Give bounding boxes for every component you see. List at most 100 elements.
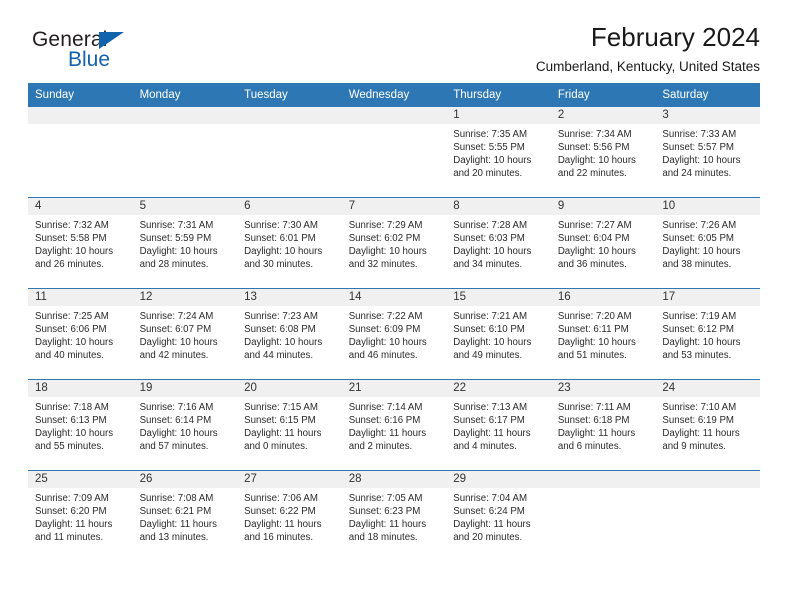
daylight-text-line1: Daylight: 11 hours bbox=[453, 428, 531, 440]
day-details: Sunrise: 7:28 AM Sunset: 6:03 PM Dayligh… bbox=[446, 215, 551, 271]
day-cell[interactable]: 4 Sunrise: 7:32 AM Sunset: 5:58 PM Dayli… bbox=[28, 197, 133, 289]
sunrise-text: Sunrise: 7:22 AM bbox=[348, 311, 423, 322]
day-cell[interactable] bbox=[28, 107, 133, 198]
day-cell[interactable]: 6 Sunrise: 7:30 AM Sunset: 6:01 PM Dayli… bbox=[237, 197, 342, 289]
sunset-text: Sunset: 6:12 PM bbox=[662, 324, 734, 336]
day-cell[interactable] bbox=[132, 107, 238, 198]
day-cell[interactable]: 16 Sunrise: 7:20 AM Sunset: 6:11 PM Dayl… bbox=[550, 288, 656, 380]
day-cell[interactable]: 14 Sunrise: 7:22 AM Sunset: 6:09 PM Dayl… bbox=[341, 288, 447, 380]
sunset-text: Sunset: 6:20 PM bbox=[35, 506, 107, 518]
daylight-text-line2: and 16 minutes. bbox=[244, 532, 314, 544]
day-number bbox=[28, 107, 133, 124]
sunset-text: Sunset: 5:58 PM bbox=[35, 233, 107, 245]
daylight-text-line2: and 51 minutes. bbox=[557, 350, 627, 362]
day-cell[interactable]: 3 Sunrise: 7:33 AM Sunset: 5:57 PM Dayli… bbox=[655, 107, 760, 198]
day-number: 7 bbox=[341, 198, 447, 215]
daylight-text-line2: and 26 minutes. bbox=[35, 259, 104, 271]
calendar-body: 1 Sunrise: 7:35 AM Sunset: 5:55 PM Dayli… bbox=[28, 107, 760, 561]
day-details: Sunrise: 7:32 AM Sunset: 5:58 PM Dayligh… bbox=[28, 215, 133, 271]
daylight-text-line2: and 44 minutes. bbox=[244, 350, 314, 362]
day-details: Sunrise: 7:25 AM Sunset: 6:06 PM Dayligh… bbox=[28, 306, 133, 362]
day-number: 15 bbox=[446, 289, 551, 306]
day-details: Sunrise: 7:33 AM Sunset: 5:57 PM Dayligh… bbox=[655, 124, 760, 180]
day-cell[interactable]: 22 Sunrise: 7:13 AM Sunset: 6:17 PM Dayl… bbox=[446, 379, 551, 471]
day-cell[interactable] bbox=[237, 107, 342, 198]
day-number: 9 bbox=[550, 198, 656, 215]
day-details: Sunrise: 7:35 AM Sunset: 5:55 PM Dayligh… bbox=[446, 124, 551, 180]
day-details: Sunrise: 7:15 AM Sunset: 6:15 PM Dayligh… bbox=[237, 397, 342, 453]
day-details: Sunrise: 7:04 AM Sunset: 6:24 PM Dayligh… bbox=[446, 488, 551, 544]
daylight-text-line1: Daylight: 10 hours bbox=[348, 246, 427, 258]
daylight-text-line1: Daylight: 11 hours bbox=[557, 428, 636, 440]
day-cell[interactable]: 28 Sunrise: 7:05 AM Sunset: 6:23 PM Dayl… bbox=[341, 470, 447, 561]
day-details: Sunrise: 7:26 AM Sunset: 6:05 PM Dayligh… bbox=[655, 215, 760, 271]
daylight-text-line1: Daylight: 10 hours bbox=[662, 246, 741, 258]
sunrise-text: Sunrise: 7:21 AM bbox=[453, 311, 528, 322]
day-cell[interactable]: 27 Sunrise: 7:06 AM Sunset: 6:22 PM Dayl… bbox=[237, 470, 342, 561]
sunset-text: Sunset: 6:14 PM bbox=[139, 415, 212, 427]
daylight-text-line1: Daylight: 10 hours bbox=[244, 337, 323, 349]
general-blue-logo[interactable]: General Blue bbox=[32, 28, 172, 76]
sunset-text: Sunset: 6:11 PM bbox=[557, 324, 629, 336]
day-cell[interactable] bbox=[550, 470, 656, 561]
day-cell[interactable]: 24 Sunrise: 7:10 AM Sunset: 6:19 PM Dayl… bbox=[655, 379, 760, 471]
day-cell[interactable] bbox=[341, 107, 447, 198]
day-cell[interactable]: 11 Sunrise: 7:25 AM Sunset: 6:06 PM Dayl… bbox=[28, 288, 133, 380]
daylight-text-line1: Daylight: 11 hours bbox=[35, 519, 113, 531]
day-details: Sunrise: 7:27 AM Sunset: 6:04 PM Dayligh… bbox=[551, 215, 656, 271]
sunset-text: Sunset: 6:16 PM bbox=[348, 415, 421, 427]
day-cell[interactable]: 9 Sunrise: 7:27 AM Sunset: 6:04 PM Dayli… bbox=[550, 197, 656, 289]
day-number: 29 bbox=[446, 471, 551, 488]
day-number: 3 bbox=[655, 107, 760, 124]
day-cell[interactable]: 25 Sunrise: 7:09 AM Sunset: 6:20 PM Dayl… bbox=[28, 470, 133, 561]
day-number: 16 bbox=[550, 289, 656, 306]
day-cell[interactable]: 18 Sunrise: 7:18 AM Sunset: 6:13 PM Dayl… bbox=[28, 379, 133, 471]
daylight-text-line1: Daylight: 10 hours bbox=[453, 155, 532, 167]
sunrise-text: Sunrise: 7:16 AM bbox=[139, 402, 214, 413]
day-cell[interactable]: 13 Sunrise: 7:23 AM Sunset: 6:08 PM Dayl… bbox=[237, 288, 342, 380]
daylight-text-line2: and 20 minutes. bbox=[453, 168, 523, 180]
sunrise-text: Sunrise: 7:27 AM bbox=[557, 220, 632, 231]
weekday-header-saturday: Saturday bbox=[655, 83, 760, 107]
sunset-text: Sunset: 6:01 PM bbox=[244, 233, 316, 245]
day-cell[interactable]: 10 Sunrise: 7:26 AM Sunset: 6:05 PM Dayl… bbox=[655, 197, 760, 289]
day-cell[interactable]: 23 Sunrise: 7:11 AM Sunset: 6:18 PM Dayl… bbox=[550, 379, 656, 471]
day-details bbox=[342, 124, 447, 128]
day-cell[interactable]: 7 Sunrise: 7:29 AM Sunset: 6:02 PM Dayli… bbox=[341, 197, 447, 289]
day-number: 20 bbox=[237, 380, 342, 397]
sunset-text: Sunset: 6:21 PM bbox=[139, 506, 212, 518]
daylight-text-line1: Daylight: 10 hours bbox=[35, 428, 114, 440]
day-cell[interactable]: 26 Sunrise: 7:08 AM Sunset: 6:21 PM Dayl… bbox=[132, 470, 238, 561]
day-cell[interactable]: 19 Sunrise: 7:16 AM Sunset: 6:14 PM Dayl… bbox=[132, 379, 238, 471]
day-details bbox=[133, 124, 238, 128]
weekday-header-tuesday: Tuesday bbox=[237, 83, 342, 107]
sunset-text: Sunset: 5:55 PM bbox=[453, 142, 525, 154]
day-number: 23 bbox=[550, 380, 656, 397]
week-row: 25 Sunrise: 7:09 AM Sunset: 6:20 PM Dayl… bbox=[28, 470, 760, 561]
day-number bbox=[237, 107, 342, 124]
daylight-text-line2: and 28 minutes. bbox=[139, 259, 209, 271]
day-cell[interactable]: 20 Sunrise: 7:15 AM Sunset: 6:15 PM Dayl… bbox=[237, 379, 342, 471]
day-cell[interactable]: 29 Sunrise: 7:04 AM Sunset: 6:24 PM Dayl… bbox=[446, 470, 551, 561]
day-details: Sunrise: 7:05 AM Sunset: 6:23 PM Dayligh… bbox=[342, 488, 447, 544]
day-number: 11 bbox=[28, 289, 133, 306]
day-cell[interactable]: 2 Sunrise: 7:34 AM Sunset: 5:56 PM Dayli… bbox=[550, 107, 656, 198]
day-cell[interactable]: 21 Sunrise: 7:14 AM Sunset: 6:16 PM Dayl… bbox=[341, 379, 447, 471]
day-cell[interactable]: 8 Sunrise: 7:28 AM Sunset: 6:03 PM Dayli… bbox=[446, 197, 551, 289]
day-cell[interactable]: 12 Sunrise: 7:24 AM Sunset: 6:07 PM Dayl… bbox=[132, 288, 238, 380]
day-cell[interactable]: 5 Sunrise: 7:31 AM Sunset: 5:59 PM Dayli… bbox=[132, 197, 238, 289]
day-details: Sunrise: 7:16 AM Sunset: 6:14 PM Dayligh… bbox=[133, 397, 238, 453]
daylight-text-line2: and 18 minutes. bbox=[348, 532, 418, 544]
day-cell[interactable]: 15 Sunrise: 7:21 AM Sunset: 6:10 PM Dayl… bbox=[446, 288, 551, 380]
daylight-text-line1: Daylight: 10 hours bbox=[139, 246, 218, 258]
week-row: 4 Sunrise: 7:32 AM Sunset: 5:58 PM Dayli… bbox=[28, 197, 760, 289]
day-details: Sunrise: 7:09 AM Sunset: 6:20 PM Dayligh… bbox=[28, 488, 133, 544]
day-cell[interactable]: 1 Sunrise: 7:35 AM Sunset: 5:55 PM Dayli… bbox=[446, 107, 551, 198]
day-number: 8 bbox=[446, 198, 551, 215]
sunset-text: Sunset: 6:02 PM bbox=[348, 233, 421, 245]
sunset-text: Sunset: 6:03 PM bbox=[453, 233, 525, 245]
day-number: 22 bbox=[446, 380, 551, 397]
day-cell[interactable]: 17 Sunrise: 7:19 AM Sunset: 6:12 PM Dayl… bbox=[655, 288, 760, 380]
day-number: 19 bbox=[132, 380, 238, 397]
day-cell[interactable] bbox=[655, 470, 760, 561]
